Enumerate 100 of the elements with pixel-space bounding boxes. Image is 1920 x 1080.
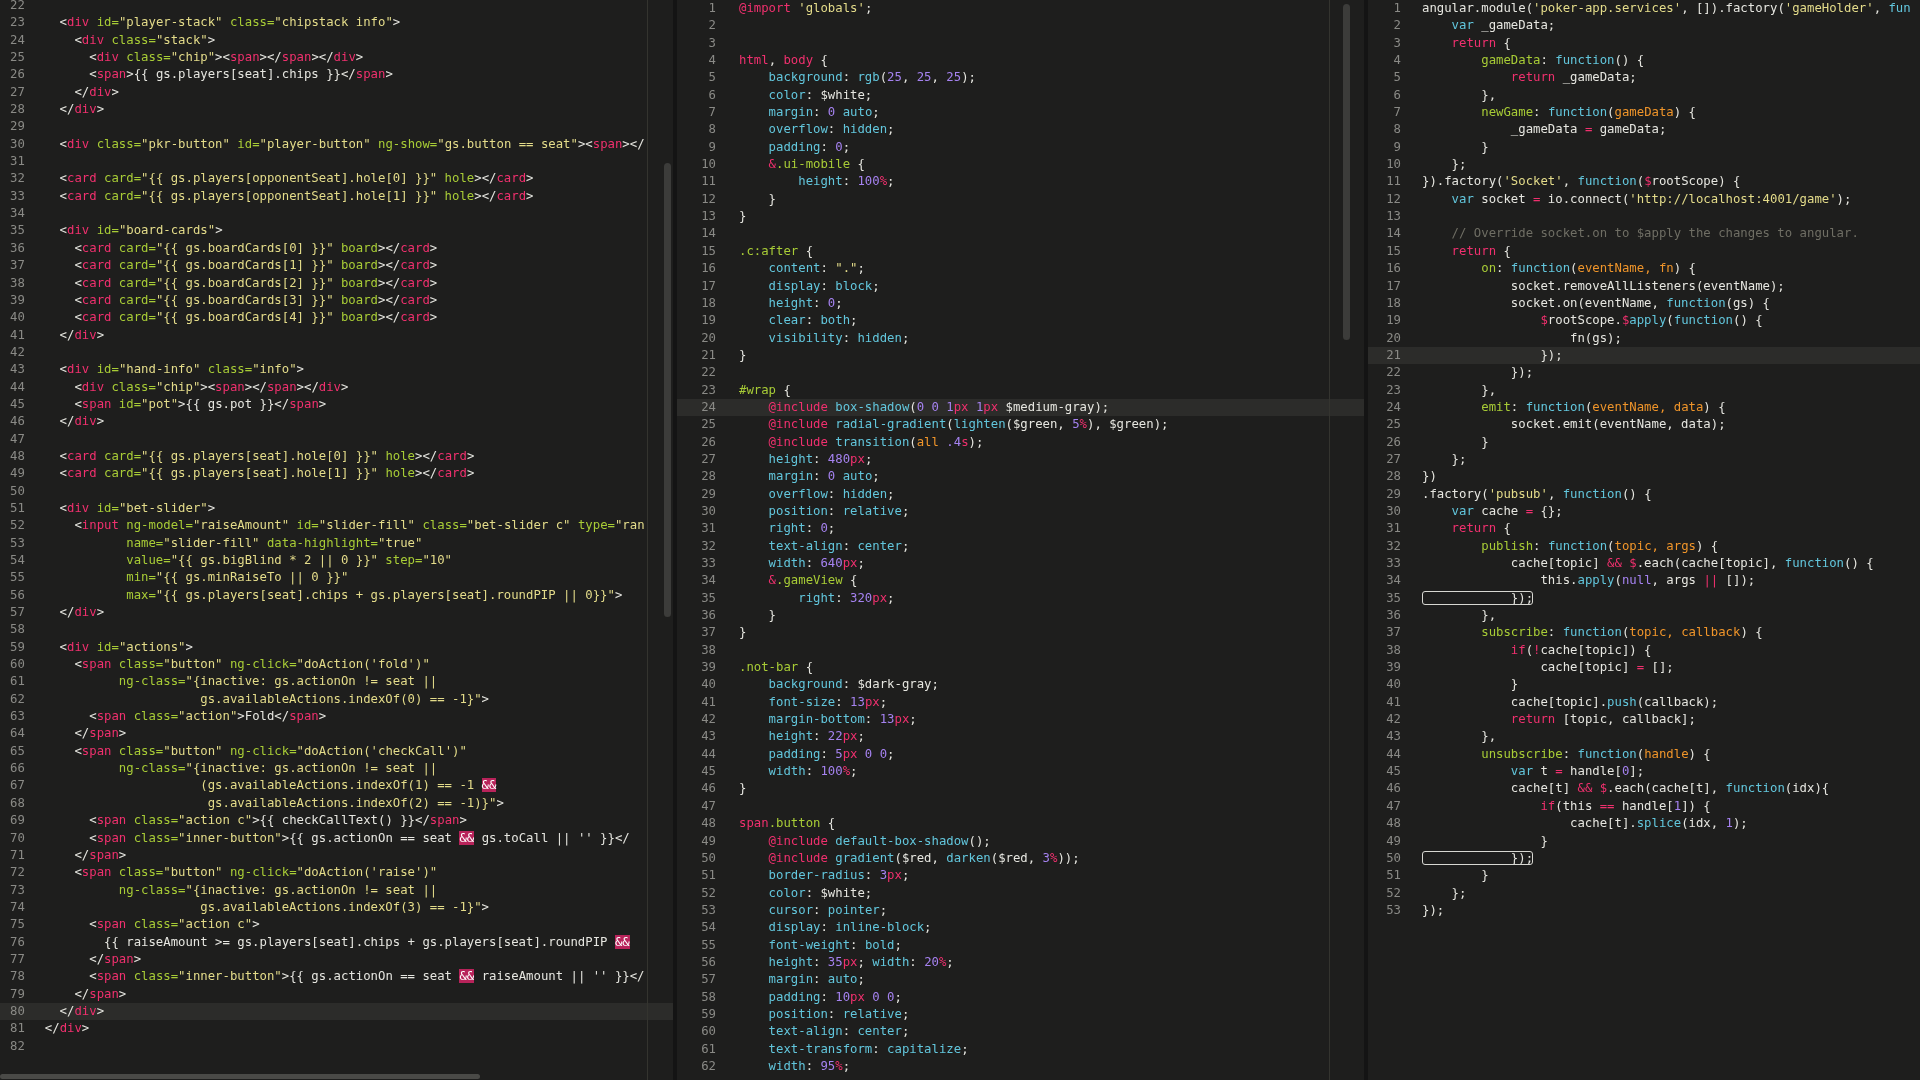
code-line: }: [739, 780, 747, 798]
code-line: height: 35px; width: 20%;: [767, 953, 954, 971]
line-number: 48: [10, 447, 25, 465]
line-number: 46: [701, 780, 716, 798]
line-number: 12: [701, 190, 716, 208]
code-line: @include default-box-shadow();: [767, 832, 991, 850]
line-number: 41: [1386, 693, 1401, 711]
code-line: <card card="{{ gs.players[opponentSeat].hole[1] }}" hole></card>: [58, 187, 534, 205]
code-line: ng-class="{inactive: gs.actionOn != seat ||: [117, 881, 438, 899]
code-line: }: [1480, 867, 1489, 885]
line-number: 30: [701, 502, 716, 520]
line-number: 51: [1386, 867, 1401, 885]
line-number: 47: [1386, 797, 1401, 815]
code-line: min="{{ gs.minRaiseTo || 0 }}": [125, 569, 349, 587]
code-line: padding: 10px 0 0;: [767, 988, 902, 1006]
code-line: socket.on(eventName, function(gs) {: [1509, 294, 1770, 312]
line-number: 31: [701, 520, 716, 538]
line-number: 8: [708, 121, 716, 139]
code-line: ng-class="{inactive: gs.actionOn != seat ||: [117, 760, 438, 778]
line-number: 7: [1393, 104, 1401, 122]
code-line: background: $dark-gray;: [767, 676, 939, 694]
scrollbar[interactable]: [664, 163, 671, 617]
code-line: span.button {: [739, 815, 836, 833]
code-line: width: 640px;: [767, 555, 865, 572]
line-number: 23: [10, 14, 25, 32]
line-number: 4: [708, 52, 716, 70]
code-line: overflow: hidden;: [767, 121, 895, 139]
code-line: this.apply(null, args || []);: [1539, 572, 1756, 590]
line-number: 6: [1393, 86, 1401, 104]
code-line: fn(gs);: [1569, 329, 1622, 347]
line-number: 17: [1386, 277, 1401, 295]
line-number: 23: [701, 381, 716, 399]
code-line: return _gameData;: [1509, 69, 1637, 87]
code-line: </div>: [43, 1020, 90, 1038]
line-number: 10: [1386, 156, 1401, 174]
line-number: 43: [1386, 728, 1401, 746]
line-number: 35: [701, 589, 716, 607]
line-number: 73: [10, 881, 25, 899]
code-line: </div>: [58, 413, 105, 431]
line-number: 33: [10, 187, 25, 205]
line-number: 38: [1386, 641, 1401, 659]
line-number: 38: [701, 641, 716, 659]
code-line: .factory('pubsub', function() {: [1422, 485, 1652, 503]
code-line: content: ".";: [767, 260, 865, 278]
code-line: var _gameData;: [1450, 17, 1556, 35]
line-number: 27: [10, 83, 25, 101]
code-line: $rootScope.$apply(function() {: [1539, 312, 1763, 330]
code-line: emit: function(eventName, data) {: [1480, 398, 1726, 416]
line-number: 19: [1386, 312, 1401, 330]
line-number: 46: [1386, 780, 1401, 798]
code-line: // Override socket.on to $apply the changes to angular.: [1450, 225, 1859, 243]
code-line: return [topic, callback];: [1509, 711, 1696, 729]
line-number: 24: [701, 398, 716, 416]
code-line: if(!cache[topic]) {: [1509, 641, 1652, 659]
line-number: 5: [708, 69, 716, 87]
line-number: 60: [701, 1023, 716, 1041]
line-number: 51: [701, 867, 716, 885]
code-line: <card card="{{ gs.boardCards[2] }}" board></card>: [73, 274, 438, 292]
code-line: @include radial-gradient(lighten($green, 5%), $green);: [767, 416, 1169, 434]
line-number: 42: [701, 711, 716, 729]
line-number: 42: [10, 343, 25, 361]
line-number: 53: [1386, 901, 1401, 919]
code-line: overflow: hidden;: [767, 485, 895, 503]
line-number: 21: [1386, 346, 1401, 364]
code-line: padding: 5px 0 0;: [767, 745, 895, 763]
scrollbar[interactable]: [1343, 4, 1350, 340]
line-number: 10: [701, 156, 716, 174]
code-line: },: [1480, 607, 1497, 625]
line-number: 76: [10, 933, 25, 951]
code-line: </div>: [58, 604, 105, 622]
code-line: socket.removeAllListeners(eventName);: [1509, 277, 1785, 295]
code-line: gameData: function() {: [1480, 52, 1645, 70]
code-line: text-align: center;: [767, 537, 910, 555]
line-number: 26: [701, 433, 716, 451]
code-line: height: 480px;: [767, 450, 873, 468]
line-number: 13: [1386, 208, 1401, 226]
line-number: 18: [701, 294, 716, 312]
code-line: @include gradient($red, darken($red, 3%));: [767, 849, 1080, 867]
code-line: margin: auto;: [767, 971, 865, 989]
line-number: 29: [701, 485, 716, 503]
code-line: <div class="chip"><span></span></div>: [73, 378, 349, 396]
line-number: 61: [10, 673, 25, 691]
code-line: }: [767, 190, 777, 208]
line-number: 47: [701, 797, 716, 815]
line-number: 26: [1386, 433, 1401, 451]
line-number: 82: [10, 1037, 25, 1055]
line-number: 16: [701, 260, 716, 278]
code-line: <card card="{{ gs.boardCards[4] }}" board></card>: [73, 309, 438, 327]
scrollbar[interactable]: [0, 1074, 480, 1079]
line-number: 11: [1386, 173, 1401, 191]
line-number: 49: [701, 832, 716, 850]
code-line: border-radius: 3px;: [767, 867, 910, 885]
line-number: 74: [10, 898, 25, 916]
line-number: 62: [701, 1057, 716, 1075]
line-number: 28: [701, 468, 716, 486]
code-line: <div class="chip"><span></span></div>: [88, 49, 364, 67]
line-number: 62: [10, 690, 25, 708]
code-line: <card card="{{ gs.players[opponentSeat].hole[0] }}" hole></card>: [58, 170, 534, 188]
code-line: </div>: [58, 326, 105, 344]
code-line: <span>{{ gs.players[seat].chips }}</span>: [88, 66, 393, 84]
